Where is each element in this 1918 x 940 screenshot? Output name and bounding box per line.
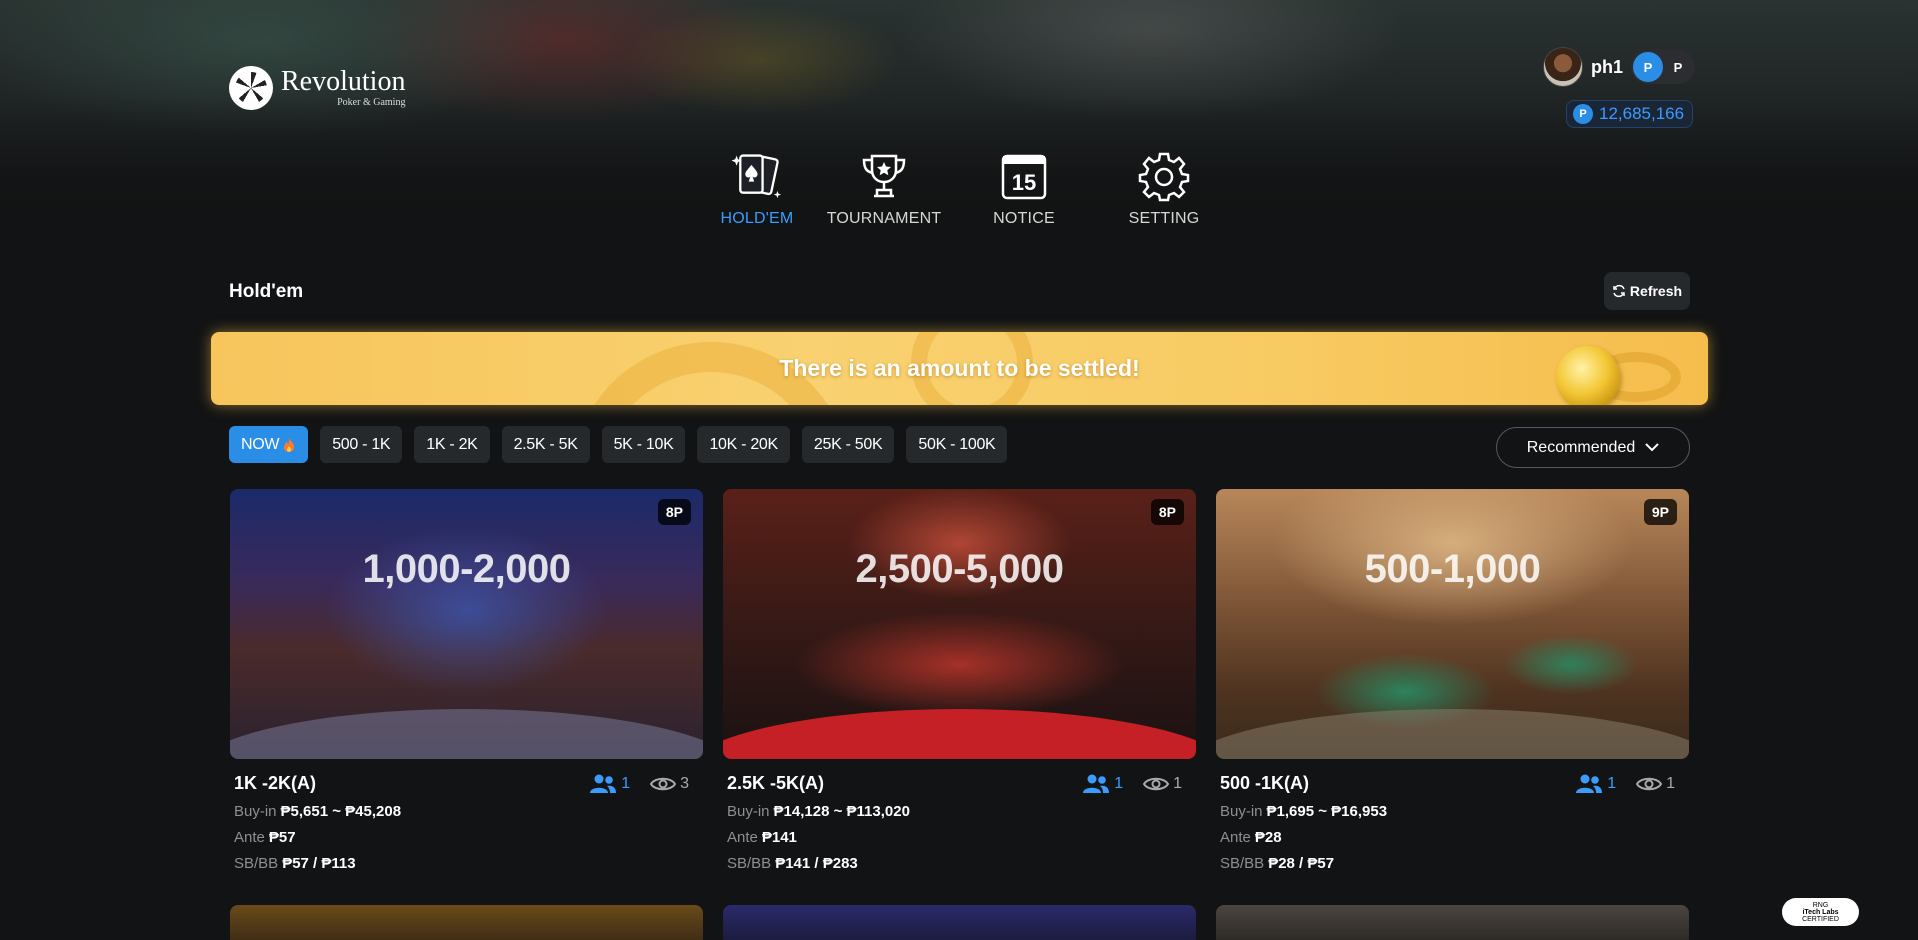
filter-now[interactable]: NOW [229,426,309,463]
banner-text: There is an amount to be settled! [779,355,1140,381]
brand-logo[interactable]: Revolution Poker & Gaming [229,66,405,110]
blind-overlay: 1,000-2,000 [362,547,571,591]
table-card[interactable]: 2,500-5,000 8P 2.5K -5K(A) 1 1 Buy-in ₱14… [723,489,1196,872]
refresh-label: Refresh [1629,283,1683,299]
table-name: 500 -1K(A) [1220,773,1310,793]
nav-label: SETTING [1128,210,1200,227]
nav-tournament[interactable]: TOURNAMENT [814,150,954,228]
sort-dropdown[interactable]: Recommended [1496,427,1690,468]
player-count: 1 [1082,774,1123,794]
table-name: 1K -2K(A) [234,773,317,793]
nav-notice[interactable]: 15 NOTICE [954,150,1094,228]
table-thumbnail[interactable]: 2,500-5,000 8P [723,489,1196,759]
filter-50k-100k[interactable]: 50K - 100K [906,426,1008,463]
user-panel: ph1 P P [1543,47,1696,87]
filter-25k-50k[interactable]: 25K - 50K [801,426,895,463]
table-card-partial[interactable] [723,905,1196,940]
ante-row: Ante ₱57 [234,829,296,846]
player-count: 1 [1575,774,1616,794]
users-icon [590,774,617,793]
filter-1k-2k[interactable]: 1K - 2K [414,426,490,463]
settlement-banner[interactable]: There is an amount to be settled! [211,332,1708,405]
currency-option-other[interactable]: P [1663,52,1693,82]
gear-icon [1138,150,1190,202]
refresh-icon [1613,284,1625,298]
currency-toggle: P P [1631,50,1696,84]
seat-count-badge: 8P [657,499,691,525]
coin-icon: P [1573,104,1593,124]
avatar[interactable] [1543,47,1583,87]
gold-coin-icon [1556,346,1620,405]
buyin-row: Buy-in ₱14,128 ~ ₱113,020 [727,803,910,820]
username: ph1 [1591,56,1624,77]
blinds-row: SB/BB ₱28 / ₱57 [1220,855,1335,872]
table-thumbnail[interactable]: 1,000-2,000 8P [230,489,703,759]
buyin-row: Buy-in ₱5,651 ~ ₱45,208 [234,803,402,820]
eye-icon [1143,777,1170,790]
table-thumbnail[interactable]: 500-1,000 9P [1216,489,1689,759]
trophy-icon [858,150,910,202]
table-card[interactable]: 1,000-2,000 8P 1K -2K(A) 1 3 Buy-in ₱5,65… [230,489,703,872]
refresh-button[interactable]: Refresh [1604,272,1690,310]
calendar-day: 15 [1012,170,1036,195]
filter-2-5k-5k[interactable]: 2.5K - 5K [501,426,590,463]
rng-certified-badge: RNG iTech Labs CERTIFIED [1782,898,1859,926]
seat-count-badge: 9P [1643,499,1677,525]
table-card-partial[interactable] [1216,905,1689,940]
filter-5k-10k[interactable]: 5K - 10K [601,426,686,463]
users-icon [1576,774,1603,793]
watcher-count: 1 [1636,775,1675,793]
player-count: 1 [589,774,630,794]
table-card[interactable]: 500-1,000 9P 500 -1K(A) 1 1 Buy-in ₱1,695… [1216,489,1689,872]
logo-icon [229,66,273,110]
seat-count-badge: 8P [1150,499,1184,525]
filter-10k-20k[interactable]: 10K - 20K [697,426,790,463]
stake-filters: NOW 500 - 1K 1K - 2K 2.5K - 5K 5K - 10K … [229,426,1008,463]
main-nav: HOLD'EM TOURNAMENT 15 NOTICE SETTING [700,150,1234,228]
sort-label: Recommended [1526,438,1636,456]
ante-row: Ante ₱28 [1220,829,1282,846]
table-name: 2.5K -5K(A) [727,773,825,793]
calendar-icon: 15 [998,150,1050,202]
filter-now-label: NOW [241,435,280,453]
watcher-count: 1 [1143,775,1182,793]
chevron-down-icon [1645,443,1659,452]
nav-label: TOURNAMENT [826,210,942,227]
nav-label: NOTICE [993,210,1055,227]
balance-display[interactable]: P 12,685,166 [1566,100,1694,128]
brand-tagline: Poker & Gaming [337,97,406,108]
nav-holdem[interactable]: HOLD'EM [700,150,814,228]
eye-icon [1636,777,1663,790]
nav-setting[interactable]: SETTING [1094,150,1234,228]
brand-name: Revolution [281,66,406,97]
ante-row: Ante ₱141 [727,829,797,846]
cards-spade-icon [731,150,783,202]
table-list: 1,000-2,000 8P 1K -2K(A) 1 3 Buy-in ₱5,65… [230,489,1689,872]
fire-icon [284,437,295,452]
table-card-partial[interactable] [230,905,703,940]
page-title: Hold'em [229,281,304,302]
blind-overlay: 2,500-5,000 [855,547,1064,591]
eye-icon [650,777,677,790]
watcher-count: 3 [650,775,689,793]
buyin-row: Buy-in ₱1,695 ~ ₱16,953 [1220,803,1388,820]
nav-label: HOLD'EM [720,210,794,227]
filter-500-1k[interactable]: 500 - 1K [320,426,403,463]
balance-amount: 12,685,166 [1599,104,1685,123]
users-icon [1083,774,1110,793]
blind-overlay: 500-1,000 [1364,547,1541,591]
blinds-row: SB/BB ₱57 / ₱113 [234,855,356,872]
blinds-row: SB/BB ₱141 / ₱283 [727,855,858,872]
currency-option-active[interactable]: P [1633,52,1664,82]
